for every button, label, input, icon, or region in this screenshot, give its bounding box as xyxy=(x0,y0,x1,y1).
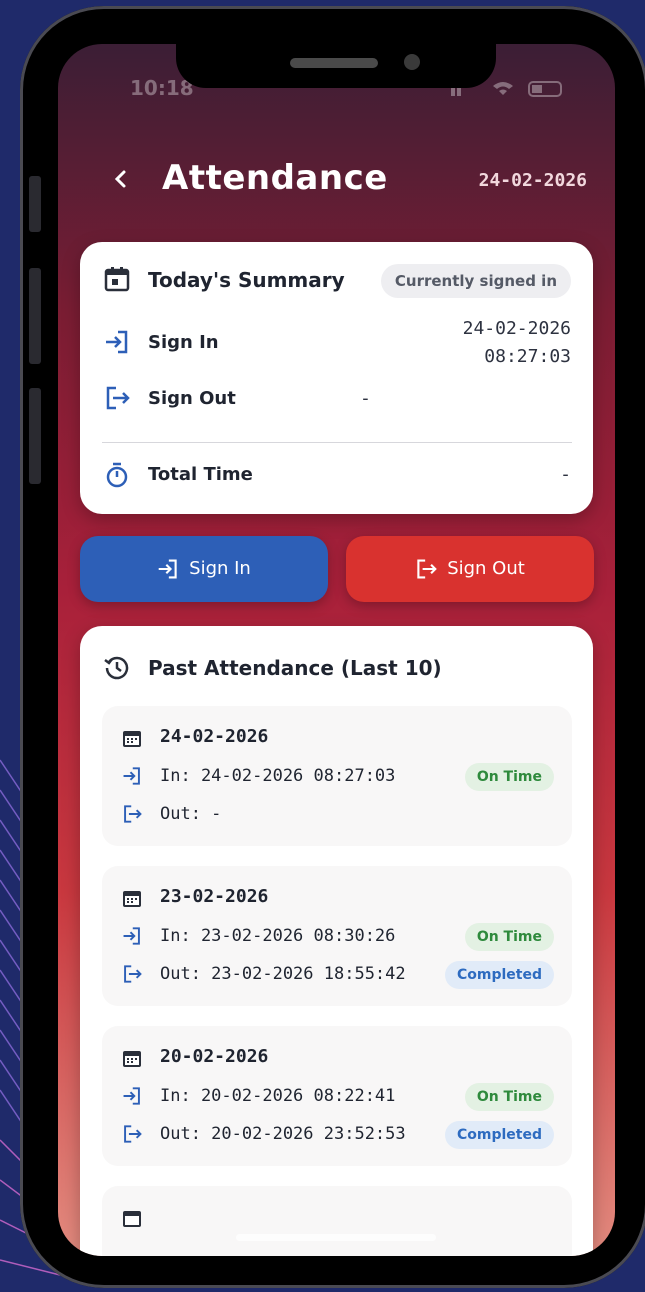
sign-in-button[interactable]: Sign In xyxy=(80,536,328,602)
sign-in-date: 24-02-2026 xyxy=(462,318,571,339)
logout-icon xyxy=(417,559,437,579)
signed-in-status-badge: Currently signed in xyxy=(380,264,571,298)
entry-in-time: In: 20-02-2026 08:22:41 xyxy=(160,1086,396,1106)
past-attendance-card: Past Attendance (Last 10) 24-02-2026 In:… xyxy=(80,626,593,1256)
home-indicator[interactable] xyxy=(236,1234,436,1241)
summary-title: Today's Summary xyxy=(148,268,345,292)
sign-out-button-label: Sign Out xyxy=(447,558,525,579)
sign-out-value: - xyxy=(360,388,371,409)
phone-notch xyxy=(176,44,496,88)
login-icon xyxy=(123,767,140,785)
completed-badge: Completed xyxy=(444,961,554,989)
calendar-icon xyxy=(104,267,130,292)
attendance-entry[interactable]: 23-02-2026 In: 23-02-2026 08:30:26 On Ti… xyxy=(102,866,572,1006)
todays-summary-card: Today's Summary Currently signed in Sign… xyxy=(80,242,593,514)
app-screen: 10:18 Attendance 24-02-2026 Today's Summ… xyxy=(58,44,615,1256)
entry-in-time: In: 24-02-2026 08:27:03 xyxy=(160,766,396,786)
entry-in-time: In: 23-02-2026 08:30:26 xyxy=(160,926,396,946)
entry-out-time: Out: 23-02-2026 18:55:42 xyxy=(160,964,406,984)
on-time-badge: On Time xyxy=(464,1083,554,1111)
logout-icon xyxy=(124,965,142,983)
attendance-entry[interactable] xyxy=(102,1186,572,1256)
calendar-icon xyxy=(123,1051,141,1067)
attendance-entry[interactable]: 20-02-2026 In: 20-02-2026 08:22:41 On Ti… xyxy=(102,1026,572,1166)
logout-icon xyxy=(106,386,130,410)
sign-in-time: 08:27:03 xyxy=(484,346,571,367)
completed-badge: Completed xyxy=(444,1121,554,1149)
entry-out-time: Out: 20-02-2026 23:52:53 xyxy=(160,1124,406,1144)
login-icon xyxy=(106,330,128,354)
entry-date: 23-02-2026 xyxy=(160,886,269,907)
back-button[interactable] xyxy=(106,164,136,198)
side-button-mute xyxy=(29,176,41,232)
login-icon xyxy=(158,559,177,579)
sign-out-button[interactable]: Sign Out xyxy=(346,536,594,602)
calendar-icon xyxy=(123,1211,141,1227)
summary-divider xyxy=(102,442,572,443)
front-camera xyxy=(404,54,420,70)
on-time-badge: On Time xyxy=(464,923,554,951)
login-icon xyxy=(123,927,140,945)
entry-date: 20-02-2026 xyxy=(160,1046,269,1067)
past-attendance-title: Past Attendance (Last 10) xyxy=(148,656,442,680)
logout-icon xyxy=(124,805,142,823)
header-date: 24-02-2026 xyxy=(478,170,587,191)
attendance-entry[interactable]: 24-02-2026 In: 24-02-2026 08:27:03 On Ti… xyxy=(102,706,572,846)
entry-date: 24-02-2026 xyxy=(160,726,269,747)
app-header: Attendance 24-02-2026 xyxy=(58,154,615,208)
sign-in-button-label: Sign In xyxy=(189,558,251,579)
history-icon xyxy=(104,656,129,680)
total-time-label: Total Time xyxy=(148,464,253,485)
login-icon xyxy=(123,1087,140,1105)
calendar-icon xyxy=(123,731,141,747)
status-time: 10:18 xyxy=(130,76,194,100)
calendar-icon xyxy=(123,891,141,907)
entry-out-time: Out: - xyxy=(160,804,222,824)
chevron-left-icon xyxy=(114,170,126,188)
total-time-value: - xyxy=(560,464,571,485)
side-button-volume-down xyxy=(29,388,41,484)
side-button-volume-up xyxy=(29,268,41,364)
page-title: Attendance xyxy=(162,158,388,198)
logout-icon xyxy=(124,1125,142,1143)
on-time-badge: On Time xyxy=(464,763,554,791)
sign-in-label: Sign In xyxy=(148,332,219,353)
timer-icon xyxy=(106,462,128,488)
speaker-grille xyxy=(290,58,378,68)
sign-out-label: Sign Out xyxy=(148,388,236,409)
